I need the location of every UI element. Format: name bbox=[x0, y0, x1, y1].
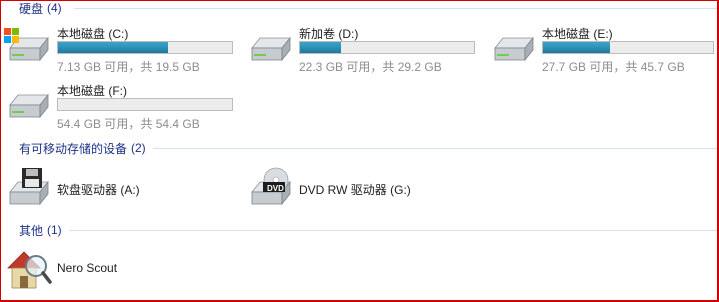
drive-usage-fill bbox=[543, 42, 610, 53]
group-divider bbox=[69, 230, 717, 231]
drive-space-text: 27.7 GB 可用，共 45.7 GB bbox=[542, 60, 685, 74]
item-name: Nero Scout bbox=[57, 261, 118, 275]
drive-space-text: 7.13 GB 可用，共 19.5 GB bbox=[57, 60, 200, 74]
hard-drive-icon bbox=[9, 93, 49, 119]
group-label: 有可移动存储的设备 bbox=[19, 141, 128, 156]
drive-name: 本地磁盘 (E:) bbox=[542, 27, 613, 41]
drive-e[interactable]: 本地磁盘 (E:) 27.7 GB 可用，共 45.7 GB bbox=[489, 25, 715, 77]
group-count: (1) bbox=[47, 223, 62, 237]
device-name: DVD RW 驱动器 (G:) bbox=[299, 183, 411, 197]
group-header-removable[interactable]: 有可移动存储的设备 (2) bbox=[19, 140, 146, 156]
system-drive-icon bbox=[4, 28, 49, 62]
group-divider bbox=[153, 148, 717, 149]
drive-space-text: 54.4 GB 可用，共 54.4 GB bbox=[57, 117, 200, 131]
device-name: 软盘驱动器 (A:) bbox=[57, 183, 140, 197]
drive-usage-bar bbox=[299, 41, 475, 54]
drive-usage-bar bbox=[57, 41, 233, 54]
drive-name: 本地磁盘 (F:) bbox=[57, 84, 127, 98]
floppy-drive-icon bbox=[9, 168, 49, 206]
drive-f[interactable]: 本地磁盘 (F:) 54.4 GB 可用，共 54.4 GB bbox=[4, 82, 240, 134]
hard-drive-icon bbox=[251, 36, 291, 62]
drive-usage-bar bbox=[542, 41, 714, 54]
dvd-badge: DVD bbox=[267, 184, 284, 193]
group-label: 其他 bbox=[19, 223, 44, 238]
drive-name: 本地磁盘 (C:) bbox=[57, 27, 129, 41]
drive-usage-fill bbox=[300, 42, 342, 53]
group-label: 硬盘 bbox=[19, 1, 44, 16]
nero-scout-icon bbox=[7, 251, 52, 289]
drive-c[interactable]: 本地磁盘 (C:) 7.13 GB 可用，共 19.5 GB bbox=[4, 25, 240, 77]
item-nero-scout[interactable]: Nero Scout bbox=[4, 246, 204, 292]
group-count: (4) bbox=[47, 1, 62, 15]
group-header-other[interactable]: 其他 (1) bbox=[19, 222, 62, 238]
drive-usage-bar bbox=[57, 98, 233, 111]
drive-space-text: 22.3 GB 可用，共 29.2 GB bbox=[299, 60, 442, 74]
drive-d[interactable]: 新加卷 (D:) 22.3 GB 可用，共 29.2 GB bbox=[246, 25, 482, 77]
group-header-hard-disks[interactable]: 硬盘 (4) bbox=[19, 0, 62, 16]
device-dvd[interactable]: DVD DVD RW 驱动器 (G:) bbox=[246, 166, 476, 212]
drive-usage-fill bbox=[58, 42, 169, 53]
drive-name: 新加卷 (D:) bbox=[299, 27, 359, 41]
group-count: (2) bbox=[131, 141, 146, 155]
hard-drive-icon bbox=[494, 36, 534, 62]
group-divider bbox=[74, 8, 717, 9]
device-floppy[interactable]: 软盘驱动器 (A:) bbox=[4, 166, 204, 212]
